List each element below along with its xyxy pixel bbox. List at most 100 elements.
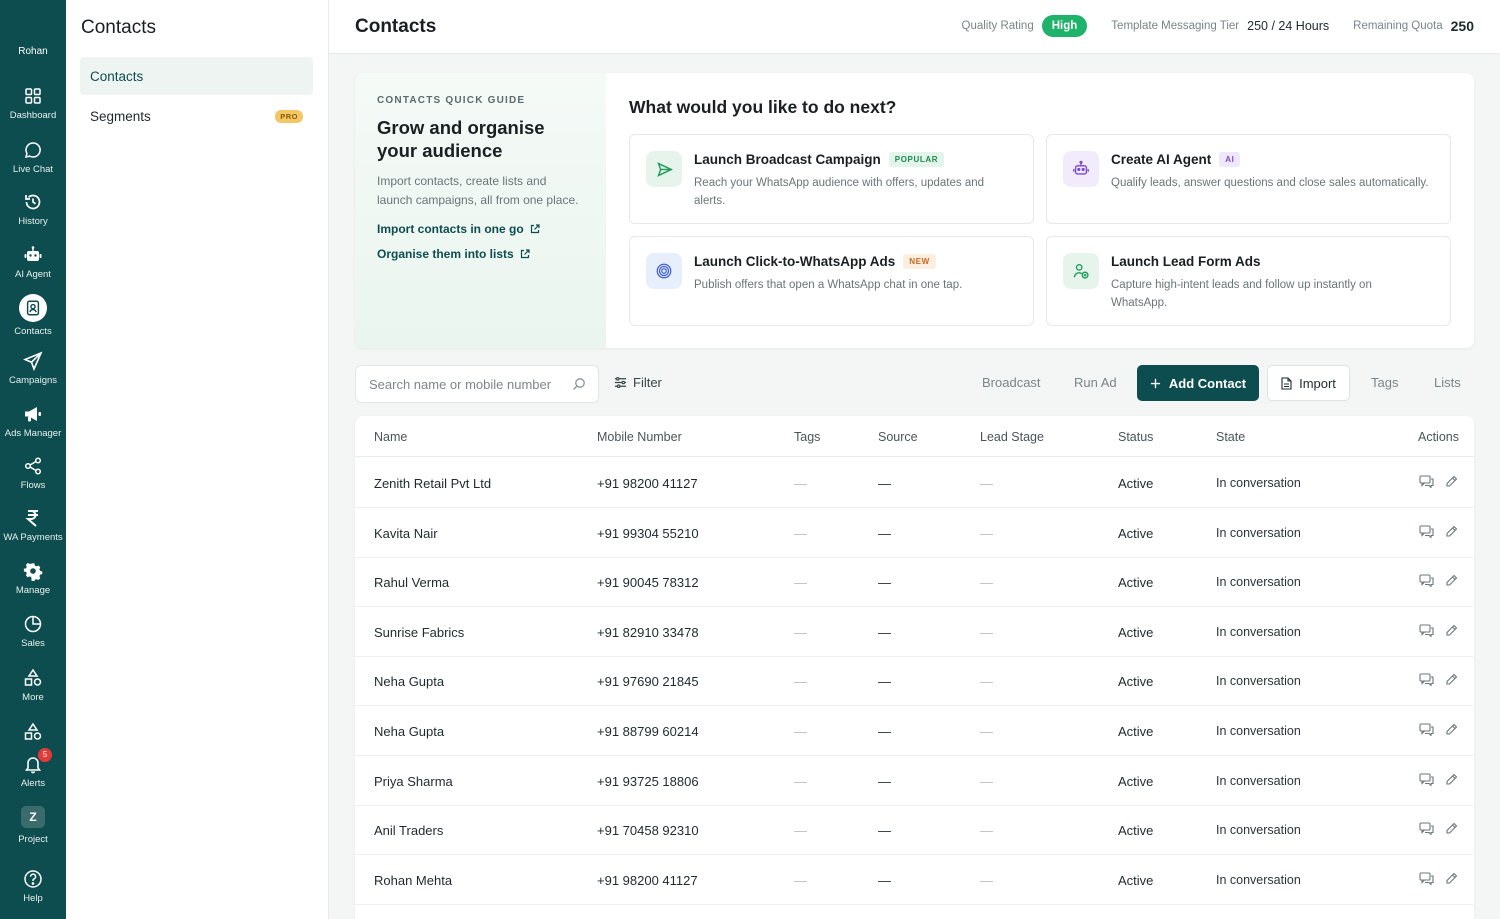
chat-icon[interactable] <box>1419 822 1434 840</box>
robot-icon <box>24 246 42 261</box>
option-title: Create AI Agent <box>1111 152 1212 167</box>
column-header[interactable]: Tags <box>794 430 820 444</box>
edit-icon[interactable] <box>1445 475 1458 493</box>
rail-label: AI Agent <box>15 269 51 280</box>
rail-item-history[interactable]: History <box>0 192 66 227</box>
chat-icon[interactable] <box>1419 673 1434 691</box>
edit-icon[interactable] <box>1445 773 1458 791</box>
table-row[interactable]: Kavita Nair +91 99304 55210 — — — Active In co… <box>355 508 1474 558</box>
rail-label: Campaigns <box>8 375 58 386</box>
column-header[interactable]: Status <box>1118 430 1153 444</box>
edit-icon[interactable] <box>1445 723 1458 741</box>
cell-mobile: +91 88799 60214 <box>597 724 699 739</box>
cell-lead-stage: — <box>980 476 993 491</box>
rail-item-sales[interactable]: Sales <box>0 614 66 649</box>
search-box <box>355 365 599 403</box>
quality-rating-badge: High <box>1041 15 1088 37</box>
search-input[interactable] <box>356 366 556 402</box>
rail-item-manage[interactable]: Manage <box>0 561 66 596</box>
chat-icon[interactable] <box>1419 872 1434 890</box>
cell-lead-stage: — <box>980 624 993 640</box>
table-row[interactable]: Zenith Retail Pvt Ltd +91 98200 41127 — — — A… <box>355 458 1474 508</box>
broadcast-button[interactable]: Broadcast <box>982 375 1041 390</box>
column-header: Actions <box>1418 430 1459 444</box>
tags-button[interactable]: Tags <box>1371 375 1398 390</box>
rail-item-shapes[interactable] <box>0 722 66 746</box>
sidebar-item-segments[interactable]: Segments PRO <box>80 97 313 135</box>
import-contacts-link[interactable]: Import contacts in one go <box>377 222 584 236</box>
chat-icon[interactable] <box>1419 723 1434 741</box>
rail-item-more[interactable]: More <box>0 668 66 703</box>
cell-lead-stage: — <box>980 872 993 888</box>
chat-icon[interactable] <box>1419 773 1434 791</box>
edit-icon[interactable] <box>1445 624 1458 642</box>
sidebar-item-label: Segments <box>90 108 151 124</box>
cell-lead-stage: — <box>980 525 993 541</box>
filter-button[interactable]: Filter <box>614 375 662 390</box>
new-tag: NEW <box>903 254 936 269</box>
cell-name: Priya Sharma <box>374 773 453 789</box>
column-header[interactable]: State <box>1216 430 1245 444</box>
sidebar-item-contacts[interactable]: Contacts <box>80 57 313 95</box>
edit-icon[interactable] <box>1445 872 1458 890</box>
run-ad-button[interactable]: Run Ad <box>1074 375 1117 390</box>
cell-lead-stage: — <box>980 674 993 690</box>
edit-icon[interactable] <box>1445 525 1458 543</box>
table-row[interactable]: Anil Traders +91 70458 92310 — — — Active In c… <box>355 805 1474 856</box>
rail-label: Dashboard <box>9 110 57 121</box>
search-icon[interactable] <box>572 377 586 391</box>
column-header[interactable]: Name <box>374 430 407 444</box>
edit-icon[interactable] <box>1445 673 1458 691</box>
table-row[interactable]: Neha Gupta +91 97690 21845 — — — Active In con… <box>355 656 1474 707</box>
organise-lists-link[interactable]: Organise them into lists <box>377 247 584 261</box>
edit-icon[interactable] <box>1445 822 1458 840</box>
option-ai-agent[interactable]: Create AI Agent AI Qualify leads, answer … <box>1046 134 1451 224</box>
option-broadcast-campaign[interactable]: Launch Broadcast Campaign POPULAR Reach y… <box>629 134 1034 224</box>
rail-item-wa-payments[interactable]: WA Payments <box>0 508 66 543</box>
cell-mobile: +91 70458 92310 <box>597 823 699 839</box>
rail-item-dashboard[interactable]: Dashboard <box>0 86 66 121</box>
option-lead-form-ads[interactable]: Launch Lead Form Ads Capture high-intent… <box>1046 236 1451 326</box>
cell-mobile: +91 98200 41127 <box>597 872 698 888</box>
user-name[interactable]: Rohan <box>0 46 66 57</box>
table-row[interactable]: Rahul Verma +91 90045 78312 — — — Active In co… <box>355 557 1474 608</box>
chat-icon[interactable] <box>1419 574 1434 592</box>
rail-label: History <box>18 216 48 227</box>
chat-icon[interactable] <box>1419 525 1434 543</box>
edit-icon[interactable] <box>1445 574 1458 592</box>
cell-name: Zenith Retail Pvt Ltd <box>374 476 492 491</box>
app-rail: Rohan Dashboard Live Chat History AI Age… <box>0 0 66 919</box>
table-header: Name Mobile Number Tags Source Lead Stag… <box>355 416 1474 457</box>
rail-item-help[interactable]: Help <box>0 869 66 904</box>
filter-icon <box>614 376 627 389</box>
top-bar: Contacts Quality Rating High Template Me… <box>329 0 1500 54</box>
rail-item-ai-agent[interactable]: AI Agent <box>0 245 66 280</box>
rail-item-ads-manager[interactable]: Ads Manager <box>0 404 66 439</box>
table-row[interactable]: Neha Gupta +91 88799 60214 — — — Active In con… <box>355 706 1474 756</box>
add-contact-button[interactable]: Add Contact <box>1137 365 1259 401</box>
rail-item-live-chat[interactable]: Live Chat <box>0 140 66 175</box>
rail-item-alerts[interactable]: 5 Alerts <box>0 748 66 789</box>
column-header[interactable]: Lead Stage <box>980 430 1044 444</box>
cell-name: Neha Gupta <box>374 674 445 690</box>
rail-item-project[interactable]: Z Project <box>0 806 66 845</box>
rail-item-contacts[interactable]: Contacts <box>0 294 66 337</box>
rail-item-flows[interactable]: Flows <box>0 456 66 491</box>
add-contact-label: Add Contact <box>1168 375 1247 391</box>
table-row[interactable]: Sunrise Fabrics +91 82910 33478 — — — Active I… <box>355 607 1474 657</box>
rail-item-campaigns[interactable]: Campaigns <box>0 351 66 386</box>
table-row[interactable]: Rohan Mehta +91 98200 41127 — — — Active In co… <box>355 855 1474 905</box>
lists-button[interactable]: Lists <box>1434 375 1461 390</box>
chat-icon[interactable] <box>1419 475 1434 493</box>
option-description: Publish offers that open a WhatsApp chat… <box>694 279 963 291</box>
chat-icon[interactable] <box>1419 624 1434 642</box>
external-link-icon <box>530 224 540 234</box>
table-row[interactable]: Priya Sharma +91 93725 18806 — — — Active In c… <box>355 756 1474 806</box>
column-header[interactable]: Mobile Number <box>597 430 682 444</box>
cell-tags: — <box>794 624 807 640</box>
contacts-table: Name Mobile Number Tags Source Lead Stag… <box>355 416 1474 919</box>
import-button[interactable]: Import <box>1267 365 1350 401</box>
contacts-sidebar: Contacts Contacts Segments PRO <box>66 0 329 919</box>
column-header[interactable]: Source <box>878 430 918 444</box>
option-ctwa-ads[interactable]: Launch Click-to-WhatsApp Ads NEW Publish … <box>629 236 1034 326</box>
